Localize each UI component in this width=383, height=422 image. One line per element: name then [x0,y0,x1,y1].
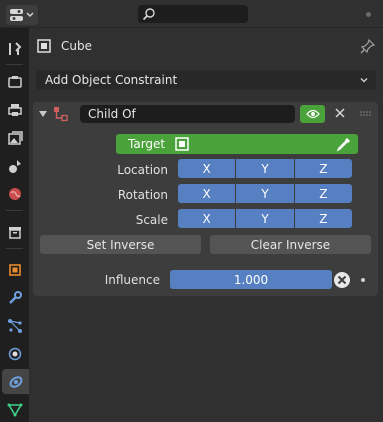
clear-inverse-button[interactable]: Clear Inverse [210,235,371,254]
tab-tool[interactable] [2,36,27,61]
camera-back-icon [7,75,22,88]
rotation-z-toggle[interactable]: Z [294,184,352,203]
close-icon[interactable] [333,106,347,120]
add-object-constraint-label: Add Object Constraint [45,73,178,87]
rotation-x-toggle[interactable]: X [178,184,237,203]
search-input[interactable] [138,5,248,23]
rotation-y-toggle[interactable]: Y [236,184,295,203]
tab-particles[interactable] [2,313,27,338]
add-object-constraint-dropdown[interactable]: Add Object Constraint [36,70,376,90]
header-options-dot[interactable] [366,12,371,17]
tab-modifiers[interactable] [2,285,27,310]
printer-icon [7,103,22,116]
influence-slider[interactable]: 1.000 [170,270,332,289]
constraint-header: Child Of [33,102,378,126]
properties-header [0,0,383,28]
scale-y-toggle[interactable]: Y [236,209,295,228]
mesh-triangle-icon [7,403,22,417]
physics-orbit-icon [8,347,21,360]
eyedropper-icon[interactable] [336,136,352,152]
object-context-row: Cube [36,36,92,56]
particles-icon [7,318,22,333]
location-y-toggle[interactable]: Y [236,159,295,178]
properties-tab-bar [0,28,29,422]
target-field[interactable]: Target [116,134,358,154]
scale-x-toggle[interactable]: X [178,209,237,228]
tab-render[interactable] [2,69,27,94]
pin-icon[interactable] [360,38,376,54]
wrench-screwdriver-icon [8,41,21,55]
disable-keep-transform-icon[interactable] [333,271,351,289]
world-icon [8,187,21,200]
child-of-constraint-panel: Child Of Target Location X Y Z Rotation … [33,102,378,296]
constraint-enable-toggle[interactable] [300,105,325,123]
tab-scene[interactable] [2,153,27,178]
search-icon [142,8,155,21]
object-name: Cube [61,39,92,53]
scale-axis-toggles: X Y Z [178,209,352,228]
rotation-label: Rotation [117,188,168,202]
object-square-icon [175,137,189,151]
influence-label: Influence [104,273,160,287]
tab-world[interactable] [2,181,27,206]
constraint-name: Child Of [88,107,136,121]
object-square-icon [37,39,51,53]
chevron-down-icon [360,78,368,83]
constraint-icon [9,375,22,388]
influence-value: 1.000 [233,272,269,287]
child-of-constraint-icon [54,107,68,122]
drag-grip-icon[interactable] [360,111,372,117]
tab-object[interactable] [2,257,27,282]
tab-collection[interactable] [2,219,27,244]
location-z-toggle[interactable]: Z [294,159,352,178]
location-label: Location [117,163,168,177]
collapse-triangle-icon[interactable] [39,110,47,118]
scene-icon [8,159,21,173]
location-axis-toggles: X Y Z [178,159,352,178]
constraint-name-field[interactable]: Child Of [80,105,295,123]
animate-property-dot[interactable] [361,278,365,282]
scale-z-toggle[interactable]: Z [294,209,352,228]
scale-label: Scale [135,213,168,227]
tab-object-data[interactable] [2,397,27,422]
wrench-icon [8,290,22,304]
tab-physics[interactable] [2,341,27,366]
tab-object-constraint[interactable] [2,369,29,394]
collection-box-icon [8,226,21,239]
target-label: Target [128,137,166,151]
object-square-icon [8,263,21,276]
editor-type-button[interactable] [6,5,38,25]
set-inverse-button[interactable]: Set Inverse [40,235,201,254]
location-x-toggle[interactable]: X [178,159,237,178]
rotation-axis-toggles: X Y Z [178,184,352,203]
eye-icon [305,109,320,119]
tab-output[interactable] [2,97,27,122]
tab-view-layer[interactable] [2,125,27,150]
properties-editor-icon [10,9,34,21]
image-stack-icon [7,130,23,145]
